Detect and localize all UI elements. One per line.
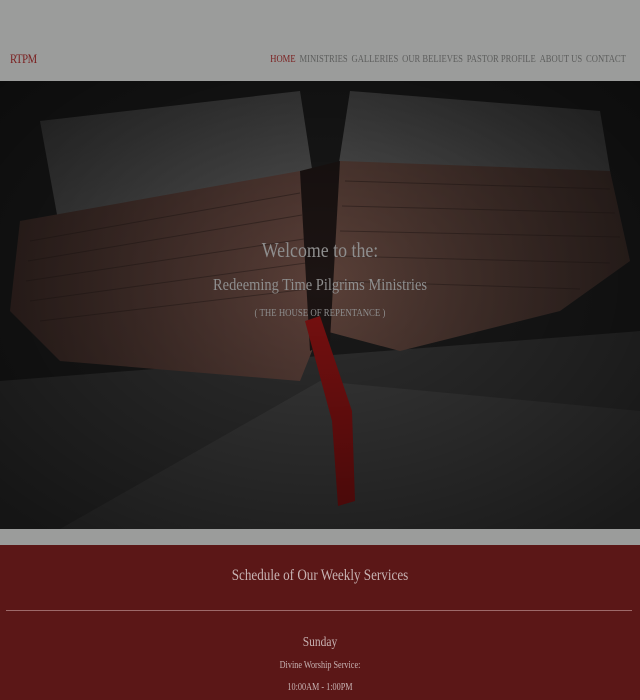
nav-contact[interactable]: CONTACT [586,53,626,65]
service-day: Sunday [302,635,338,650]
schedule-divider [6,610,632,611]
site-logo[interactable]: RTPM [10,51,37,67]
open-bible-image [0,81,640,529]
section-spacer [0,529,640,545]
hero-tagline: ( THE HOUSE OF REPENTANCE ) [254,307,386,319]
service-name: Divine Worship Service: [279,660,361,671]
nav-home[interactable]: HOME [270,53,295,65]
hero-ministry-name: Redeeming Time Pilgrims Ministries [213,275,427,294]
nav-about-us[interactable]: ABOUT US [540,53,583,65]
service-time: 10:00AM - 1:00PM [287,682,353,693]
services-schedule: Schedule of Our Weekly Services Sunday D… [0,545,640,700]
hero-banner: Welcome to the: Redeeming Time Pilgrims … [0,81,640,529]
nav-pastor-profile[interactable]: PASTOR PROFILE [467,53,536,65]
schedule-title: Schedule of Our Weekly Services [231,567,409,584]
nav-galleries[interactable]: GALLERIES [352,53,399,65]
main-nav: HOME MINISTRIES GALLERIES OUR BELIEVES P… [270,53,626,65]
nav-our-believes[interactable]: OUR BELIEVES [402,53,463,65]
site-header: RTPM HOME MINISTRIES GALLERIES OUR BELIE… [0,0,640,81]
hero-welcome: Welcome to the: [261,238,379,262]
nav-ministries[interactable]: MINISTRIES [300,53,348,65]
